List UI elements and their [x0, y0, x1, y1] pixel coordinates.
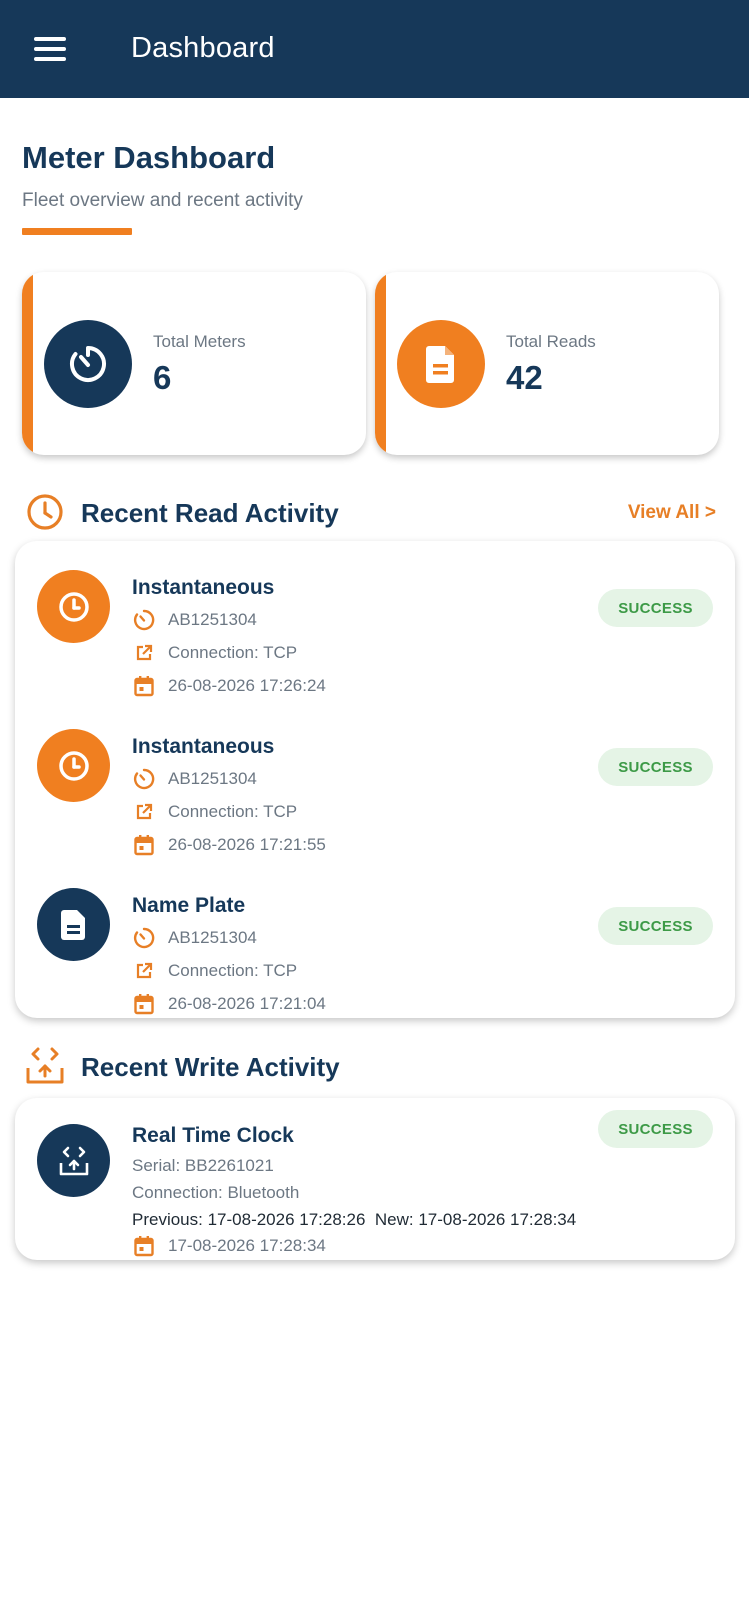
status-badge: SUCCESS — [598, 748, 713, 786]
connection-type: Connection: TCP — [168, 802, 298, 821]
connection-type: Connection: TCP — [168, 961, 298, 980]
page-title: Meter Dashboard — [22, 140, 276, 175]
timestamp-row: 26-08-2026 17:26:24 — [132, 674, 326, 698]
code-upload-icon — [25, 1046, 65, 1086]
appbar-title: Dashboard — [131, 32, 275, 64]
list-item[interactable]: Instantaneous AB1251304 Connection: TCP … — [15, 715, 735, 865]
activity-title: Real Time Clock — [132, 1124, 294, 1147]
stat-value: 42 — [506, 359, 543, 396]
connection-row: Connection: TCP — [132, 959, 297, 983]
meter-gauge-icon — [132, 767, 156, 791]
meter-row: AB1251304 — [132, 767, 257, 791]
calendar-icon — [132, 1234, 156, 1258]
menu-icon[interactable] — [30, 32, 70, 66]
external-link-icon — [132, 959, 156, 983]
stat-label: Total Meters — [153, 332, 246, 351]
write-activity-list: Real Time Clock Serial: BB2261021 Connec… — [15, 1098, 735, 1260]
stat-value: 6 — [153, 359, 172, 396]
activity-title: Instantaneous — [132, 735, 275, 758]
activity-title: Instantaneous — [132, 576, 275, 599]
value-change: Previous: 17-08-2026 17:28:26 New: 17-08… — [132, 1210, 577, 1229]
status-badge: SUCCESS — [598, 1110, 713, 1148]
meter-gauge-icon — [132, 926, 156, 950]
section-title: Recent Read Activity — [81, 498, 339, 528]
connection-type: Connection: TCP — [168, 643, 298, 662]
status-badge: SUCCESS — [598, 589, 713, 627]
app-bar: Dashboard — [0, 0, 749, 98]
calendar-icon — [132, 833, 156, 857]
timestamp: 26-08-2026 17:26:24 — [168, 676, 326, 695]
connection-row: Connection: TCP — [132, 641, 297, 665]
card-accent — [22, 272, 33, 455]
meter-gauge-icon — [132, 608, 156, 632]
stat-card-total-meters[interactable]: Total Meters 6 — [22, 272, 366, 455]
section-title: Recent Write Activity — [81, 1052, 340, 1082]
read-activity-list: Instantaneous AB1251304 Connection: TCP … — [15, 541, 735, 1018]
timestamp-row: 26-08-2026 17:21:55 — [132, 833, 326, 857]
page-subtitle: Fleet overview and recent activity — [22, 190, 303, 211]
document-icon — [37, 888, 110, 961]
timestamp-row: 17-08-2026 17:28:34 — [132, 1234, 326, 1258]
calendar-icon — [132, 992, 156, 1016]
timestamp: 26-08-2026 17:21:04 — [168, 994, 326, 1013]
clock-icon — [37, 570, 110, 643]
meter-row: AB1251304 — [132, 608, 257, 632]
external-link-icon — [132, 800, 156, 824]
timestamp-row: 26-08-2026 17:21:04 — [132, 992, 326, 1016]
timestamp: 26-08-2026 17:21:55 — [168, 835, 326, 854]
timestamp: 17-08-2026 17:28:34 — [168, 1236, 326, 1255]
write-section-header: Recent Write Activity — [0, 1046, 749, 1086]
title-underline — [22, 228, 132, 235]
meter-id: AB1251304 — [168, 610, 257, 629]
meter-id: AB1251304 — [168, 769, 257, 788]
meter-id: AB1251304 — [168, 928, 257, 947]
clock-icon — [25, 492, 65, 532]
meter-gauge-icon — [44, 320, 132, 408]
meter-row: AB1251304 — [132, 926, 257, 950]
connection-type: Connection: Bluetooth — [132, 1183, 300, 1202]
document-icon — [397, 320, 485, 408]
calendar-icon — [132, 674, 156, 698]
list-item[interactable]: Instantaneous AB1251304 Connection: TCP … — [15, 556, 735, 706]
serial-number: Serial: BB2261021 — [132, 1156, 274, 1175]
connection-row: Connection: TCP — [132, 800, 297, 824]
code-upload-icon — [37, 1124, 110, 1197]
status-badge: SUCCESS — [598, 907, 713, 945]
clock-icon — [37, 729, 110, 802]
read-section-header: Recent Read Activity View All > — [0, 492, 749, 532]
list-item[interactable]: Name Plate AB1251304 Connection: TCP 26-… — [15, 874, 735, 1024]
list-item[interactable]: Real Time Clock Serial: BB2261021 Connec… — [15, 1110, 735, 1260]
activity-title: Name Plate — [132, 894, 246, 917]
stat-label: Total Reads — [506, 332, 596, 351]
view-all-link[interactable]: View All > — [628, 502, 716, 524]
card-accent — [375, 272, 386, 455]
stat-card-total-reads[interactable]: Total Reads 42 — [375, 272, 719, 455]
external-link-icon — [132, 641, 156, 665]
